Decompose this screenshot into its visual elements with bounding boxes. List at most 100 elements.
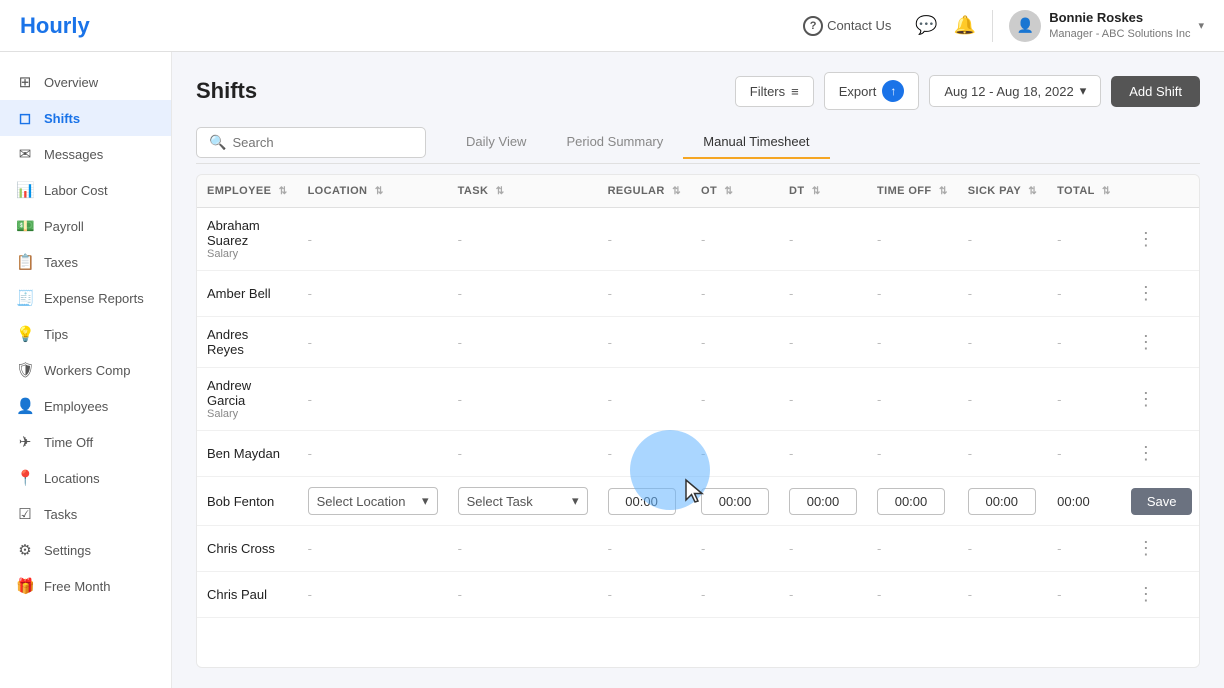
more-options-button[interactable]: ⋮ — [1131, 227, 1161, 252]
more-options-button[interactable]: ⋮ — [1131, 582, 1161, 607]
employee-sub: Salary — [207, 248, 288, 260]
employee-name: Bob Fenton — [207, 494, 288, 509]
table-row: Chris Paul - - - - - - - - ⋮ — [197, 572, 1200, 618]
total-cell: - — [1047, 572, 1121, 618]
sort-icon-location: ⇅ — [375, 186, 384, 197]
sidebar-item-tasks[interactable]: ☑Tasks — [0, 496, 171, 532]
sidebar-label-tips: Tips — [44, 327, 68, 342]
add-shift-button[interactable]: Add Shift — [1111, 76, 1200, 107]
chat-icon[interactable]: 💬 — [915, 15, 937, 36]
export-cloud-icon: ↑ — [882, 80, 904, 102]
location-cell: - — [298, 572, 448, 618]
sidebar-item-shifts[interactable]: ◻Shifts — [0, 100, 171, 136]
col-header-regular[interactable]: Regular ⇅ — [598, 175, 691, 208]
col-header-sick-pay[interactable]: Sick Pay ⇅ — [958, 175, 1047, 208]
more-options-button[interactable]: ⋮ — [1131, 441, 1161, 466]
more-options-button[interactable]: ⋮ — [1131, 387, 1161, 412]
col-header-employee[interactable]: Employee ⇅ — [197, 175, 298, 208]
sidebar-item-messages[interactable]: ✉Messages — [0, 136, 171, 172]
actions-cell[interactable]: Save — [1121, 477, 1200, 526]
task-select[interactable]: Select Task ▾ — [458, 487, 588, 515]
sidebar-label-overview: Overview — [44, 75, 98, 90]
export-button[interactable]: Export ↑ — [824, 72, 920, 110]
user-menu[interactable]: 👤 Bonnie Roskes Manager - ABC Solutions … — [1009, 10, 1204, 42]
actions-cell[interactable]: ⋮ — [1121, 572, 1200, 618]
actions-cell[interactable]: ⋮ — [1121, 431, 1200, 477]
tab-daily-view[interactable]: Daily View — [446, 126, 546, 159]
sidebar-item-locations[interactable]: 📍Locations — [0, 460, 171, 496]
sidebar-item-expense-reports[interactable]: 🧾Expense Reports — [0, 280, 171, 316]
col-header-actions[interactable] — [1121, 175, 1200, 208]
col-header-ot[interactable]: OT ⇅ — [691, 175, 779, 208]
location-cell: - — [298, 317, 448, 368]
dt-cell: - — [779, 271, 867, 317]
col-header-dt[interactable]: DT ⇅ — [779, 175, 867, 208]
save-button[interactable]: Save — [1131, 488, 1193, 515]
search-tabs-row: 🔍 Daily ViewPeriod SummaryManual Timeshe… — [196, 126, 1200, 159]
task-cell[interactable]: Select Task ▾ — [448, 477, 598, 526]
tab-underline — [196, 163, 1200, 164]
total-cell: - — [1047, 317, 1121, 368]
sidebar-item-taxes[interactable]: 📋Taxes — [0, 244, 171, 280]
sort-icon-regular: ⇅ — [672, 186, 681, 197]
tab-manual-timesheet[interactable]: Manual Timesheet — [683, 126, 829, 159]
time-off-input[interactable] — [877, 488, 945, 515]
bell-icon[interactable]: 🔔 — [954, 15, 976, 36]
sidebar-item-time-off[interactable]: ✈Time Off — [0, 424, 171, 460]
col-header-total[interactable]: Total ⇅ — [1047, 175, 1121, 208]
regular-input[interactable] — [608, 488, 676, 515]
col-header-location[interactable]: Location ⇅ — [298, 175, 448, 208]
sidebar-item-payroll[interactable]: 💵Payroll — [0, 208, 171, 244]
employee-cell: Amber Bell — [197, 271, 298, 317]
col-header-time-off[interactable]: Time Off ⇅ — [867, 175, 958, 208]
actions-cell[interactable]: ⋮ — [1121, 526, 1200, 572]
location-select[interactable]: Select Location ▾ — [308, 487, 438, 515]
actions-cell[interactable]: ⋮ — [1121, 208, 1200, 271]
sidebar-item-overview[interactable]: ⊞Overview — [0, 64, 171, 100]
sidebar-item-free-month[interactable]: 🎁Free Month — [0, 568, 171, 604]
avatar: 👤 — [1009, 10, 1041, 42]
sidebar-item-labor-cost[interactable]: 📊Labor Cost — [0, 172, 171, 208]
task-cell: - — [448, 368, 598, 431]
time-off-cell[interactable] — [867, 477, 958, 526]
total-cell: 00:00 — [1047, 477, 1121, 526]
task-cell: - — [448, 208, 598, 271]
total-value: 00:00 — [1057, 494, 1090, 509]
task-dropdown[interactable]: Select Task — [467, 494, 568, 509]
sick-pay-cell[interactable] — [958, 477, 1047, 526]
actions-cell[interactable]: ⋮ — [1121, 317, 1200, 368]
table-row: Ben Maydan - - - - - - - - ⋮ — [197, 431, 1200, 477]
table-row: Abraham Suarez Salary - - - - - - - - ⋮ — [197, 208, 1200, 271]
dt-cell[interactable] — [779, 477, 867, 526]
location-dropdown[interactable]: Select Location — [317, 494, 418, 509]
filters-button[interactable]: Filters ≡ — [735, 76, 814, 107]
more-options-button[interactable]: ⋮ — [1131, 536, 1161, 561]
help-icon: ? — [803, 16, 823, 36]
sick-pay-cell: - — [958, 572, 1047, 618]
contact-us-button[interactable]: ? Contact Us — [795, 12, 899, 40]
actions-cell[interactable]: ⋮ — [1121, 271, 1200, 317]
col-header-task[interactable]: Task ⇅ — [448, 175, 598, 208]
more-options-button[interactable]: ⋮ — [1131, 330, 1161, 355]
regular-cell[interactable] — [598, 477, 691, 526]
actions-cell[interactable]: ⋮ — [1121, 368, 1200, 431]
sidebar-item-employees[interactable]: 👤Employees — [0, 388, 171, 424]
ot-cell[interactable] — [691, 477, 779, 526]
total-cell: - — [1047, 271, 1121, 317]
location-cell: - — [298, 368, 448, 431]
tab-period-summary[interactable]: Period Summary — [546, 126, 683, 159]
sidebar-item-settings[interactable]: ⚙Settings — [0, 532, 171, 568]
main-content: Shifts Filters ≡ Export ↑ Aug 12 - Aug 1… — [172, 52, 1224, 688]
location-cell[interactable]: Select Location ▾ — [298, 477, 448, 526]
more-options-button[interactable]: ⋮ — [1131, 281, 1161, 306]
date-range-button[interactable]: Aug 12 - Aug 18, 2022 ▾ — [929, 75, 1101, 107]
dt-input[interactable] — [789, 488, 857, 515]
dt-cell: - — [779, 572, 867, 618]
sidebar-item-tips[interactable]: 💡Tips — [0, 316, 171, 352]
search-input[interactable] — [232, 135, 413, 150]
ot-input[interactable] — [701, 488, 769, 515]
sick-pay-input[interactable] — [968, 488, 1036, 515]
sidebar-item-workers-comp[interactable]: 🛡Workers Comp — [0, 352, 171, 388]
user-info: Bonnie Roskes Manager - ABC Solutions In… — [1049, 10, 1190, 41]
ot-cell: - — [691, 431, 779, 477]
